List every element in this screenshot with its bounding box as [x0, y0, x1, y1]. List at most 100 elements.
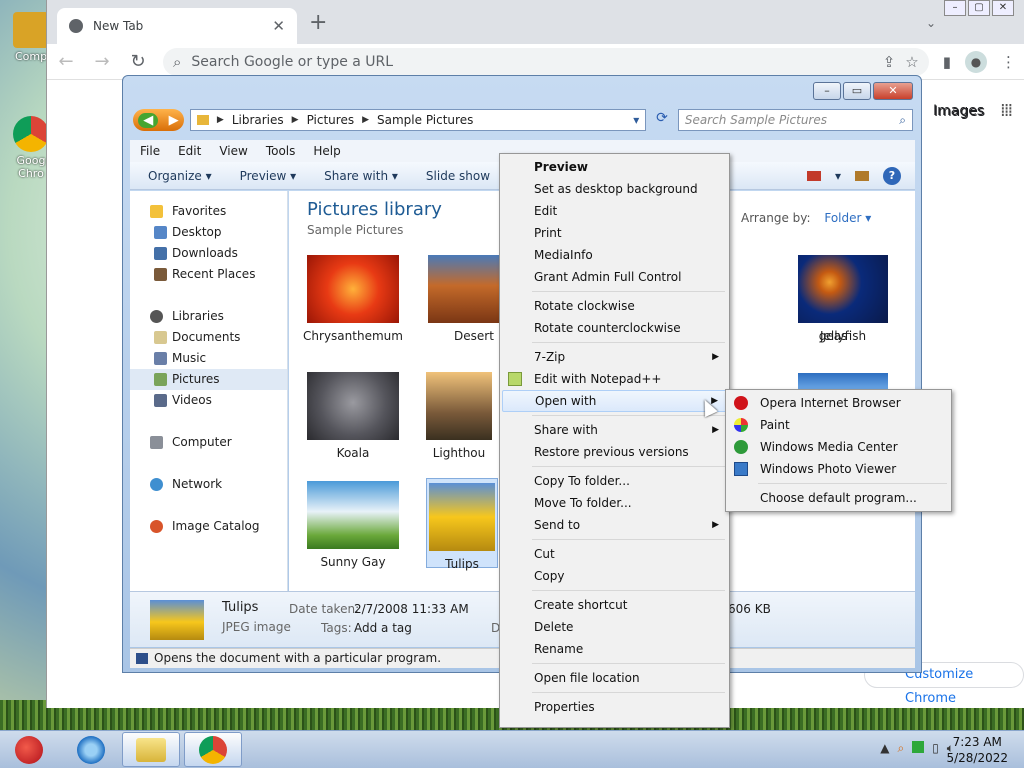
- nav-network[interactable]: Network: [130, 474, 287, 495]
- explorer-close-button[interactable]: ✕: [873, 82, 913, 100]
- thumbnail-tulips[interactable]: Tulips: [426, 478, 498, 571]
- menu-tools[interactable]: Tools: [266, 144, 296, 158]
- ctx-rotate-clockwise[interactable]: Rotate clockwise: [502, 295, 727, 317]
- nav-desktop[interactable]: Desktop: [130, 222, 287, 243]
- nav-documents[interactable]: Documents: [130, 327, 287, 348]
- details-tags-value[interactable]: Add a tag: [354, 621, 412, 635]
- nav-computer[interactable]: Computer: [130, 432, 287, 453]
- taskbar-explorer[interactable]: [122, 732, 180, 767]
- forward-arrow-icon[interactable]: ▶: [169, 113, 179, 128]
- open-with-opera[interactable]: Opera Internet Browser: [728, 392, 949, 414]
- nav-downloads[interactable]: Downloads: [130, 243, 287, 264]
- thumbnail-partial-sky[interactable]: [798, 373, 888, 389]
- menu-help[interactable]: Help: [313, 144, 340, 158]
- slide-show-button[interactable]: Slide show: [426, 169, 490, 183]
- ctx-restore-previous-versions[interactable]: Restore previous versions: [502, 441, 727, 463]
- start-button[interactable]: [0, 732, 58, 767]
- bookmark-star-icon[interactable]: ☆: [905, 53, 918, 71]
- search-icon[interactable]: ⌕: [897, 741, 904, 756]
- breadcrumb-libraries[interactable]: Libraries: [232, 113, 284, 127]
- arrange-by-dropdown[interactable]: Folder: [824, 211, 861, 225]
- nav-image-catalog[interactable]: Image Catalog: [130, 516, 287, 537]
- arrange-chevron-icon[interactable]: ▾: [865, 211, 871, 225]
- taskbar-chrome[interactable]: [184, 732, 242, 767]
- view-options-chevron-icon[interactable]: ▾: [835, 169, 841, 183]
- ctx-mediainfo[interactable]: MediaInfo: [502, 244, 727, 266]
- ctx-grant-admin[interactable]: Grant Admin Full Control: [502, 266, 727, 288]
- show-hidden-icons-icon[interactable]: ▲: [880, 741, 889, 756]
- minimize-button[interactable]: –: [944, 0, 966, 16]
- tab-new-tab[interactable]: New Tab ✕: [57, 8, 297, 44]
- nav-music[interactable]: Music: [130, 348, 287, 369]
- nav-videos[interactable]: Videos: [130, 390, 287, 411]
- ctx-set-desktop-background[interactable]: Set as desktop background: [502, 178, 727, 200]
- tab-search-chevron-icon[interactable]: ⌄: [926, 16, 936, 30]
- side-panel-icon[interactable]: ▮: [943, 53, 951, 71]
- google-apps-icon[interactable]: ⁞⁞⁞: [1000, 100, 1013, 121]
- ctx-rotate-counterclockwise[interactable]: Rotate counterclockwise: [502, 317, 727, 339]
- ctx-preview[interactable]: Preview: [502, 156, 727, 178]
- back-arrow-icon[interactable]: ◀: [138, 112, 159, 128]
- ctx-delete[interactable]: Delete: [502, 616, 727, 638]
- nav-libraries[interactable]: Libraries: [130, 306, 287, 327]
- ctx-share-with[interactable]: Share with ▶: [502, 419, 727, 441]
- thumbnail-lighthouse[interactable]: Lighthou: [424, 372, 494, 460]
- taskbar-clock[interactable]: 7:23 AM 5/28/2022: [946, 734, 1008, 766]
- new-tab-button[interactable]: +: [309, 10, 327, 35]
- ctx-create-shortcut[interactable]: Create shortcut: [502, 594, 727, 616]
- maximize-button[interactable]: ▢: [968, 0, 990, 16]
- open-with-paint[interactable]: Paint: [728, 414, 949, 436]
- email-icon[interactable]: [806, 171, 821, 181]
- ctx-move-to-folder[interactable]: Move To folder...: [502, 492, 727, 514]
- chrome-menu-icon[interactable]: ⋮: [1001, 53, 1016, 71]
- breadcrumb-sample-pictures[interactable]: Sample Pictures: [377, 113, 473, 127]
- ctx-copy-to-folder[interactable]: Copy To folder...: [502, 470, 727, 492]
- choose-default-program[interactable]: Choose default program...: [728, 487, 949, 509]
- nav-recent-places[interactable]: Recent Places: [130, 264, 287, 285]
- close-button[interactable]: ✕: [992, 0, 1014, 16]
- open-with-photo-viewer[interactable]: Windows Photo Viewer: [728, 458, 949, 480]
- back-forward-buttons[interactable]: ◀ ▶: [133, 109, 184, 131]
- refresh-icon[interactable]: ⟳: [652, 110, 672, 130]
- thumbnail-chrysanthemum[interactable]: Chrysanthemum: [303, 255, 403, 343]
- ctx-7zip[interactable]: 7-Zip ▶: [502, 346, 727, 368]
- forward-button[interactable]: →: [91, 51, 113, 72]
- network-status-icon[interactable]: [912, 741, 925, 753]
- ctx-cut[interactable]: Cut: [502, 543, 727, 565]
- ctx-send-to[interactable]: Send to ▶: [502, 514, 727, 536]
- menu-edit[interactable]: Edit: [178, 144, 201, 158]
- open-with-media-center[interactable]: Windows Media Center: [728, 436, 949, 458]
- address-dropdown-icon[interactable]: ▾: [633, 113, 639, 127]
- breadcrumb-pictures[interactable]: Pictures: [307, 113, 355, 127]
- close-tab-icon[interactable]: ✕: [272, 17, 285, 35]
- ctx-print[interactable]: Print: [502, 222, 727, 244]
- ctx-open-with[interactable]: Open with ▶: [502, 390, 727, 412]
- organize-button[interactable]: Organize ▾: [148, 169, 212, 183]
- nav-pictures[interactable]: Pictures: [130, 369, 287, 390]
- search-input[interactable]: Search Sample Pictures ⌕: [677, 109, 913, 131]
- ctx-copy[interactable]: Copy: [502, 565, 727, 587]
- menu-view[interactable]: View: [219, 144, 247, 158]
- share-icon[interactable]: ⇪: [883, 53, 896, 71]
- share-with-button[interactable]: Share with ▾: [324, 169, 398, 183]
- thumbnail-jellyfish[interactable]: Jellyfish: [793, 255, 893, 343]
- menu-file[interactable]: File: [140, 144, 160, 158]
- images-link-text[interactable]: Images: [933, 103, 984, 119]
- explorer-minimize-button[interactable]: –: [813, 82, 841, 100]
- address-bar[interactable]: ▶ Libraries ▶ Pictures ▶ Sample Pictures…: [189, 109, 647, 131]
- burn-icon[interactable]: [855, 171, 869, 181]
- help-icon[interactable]: ?: [883, 167, 901, 185]
- nav-favorites[interactable]: Favorites: [130, 201, 287, 222]
- ctx-open-file-location[interactable]: Open file location: [502, 667, 727, 689]
- battery-icon[interactable]: ▯: [932, 741, 939, 756]
- back-button[interactable]: ←: [55, 51, 77, 72]
- ctx-rename[interactable]: Rename: [502, 638, 727, 660]
- explorer-maximize-button[interactable]: ▭: [843, 82, 871, 100]
- omnibox[interactable]: ⌕ Search Google or type a URL ⇪ ☆: [163, 47, 929, 76]
- ctx-edit-notepad[interactable]: Edit with Notepad++: [502, 368, 727, 390]
- ctx-edit[interactable]: Edit: [502, 200, 727, 222]
- thumbnail-koala[interactable]: Koala: [303, 372, 403, 460]
- ctx-properties[interactable]: Properties: [502, 696, 727, 718]
- preview-button[interactable]: Preview ▾: [240, 169, 297, 183]
- thumbnail-sunny-gay[interactable]: Sunny Gay: [303, 481, 403, 569]
